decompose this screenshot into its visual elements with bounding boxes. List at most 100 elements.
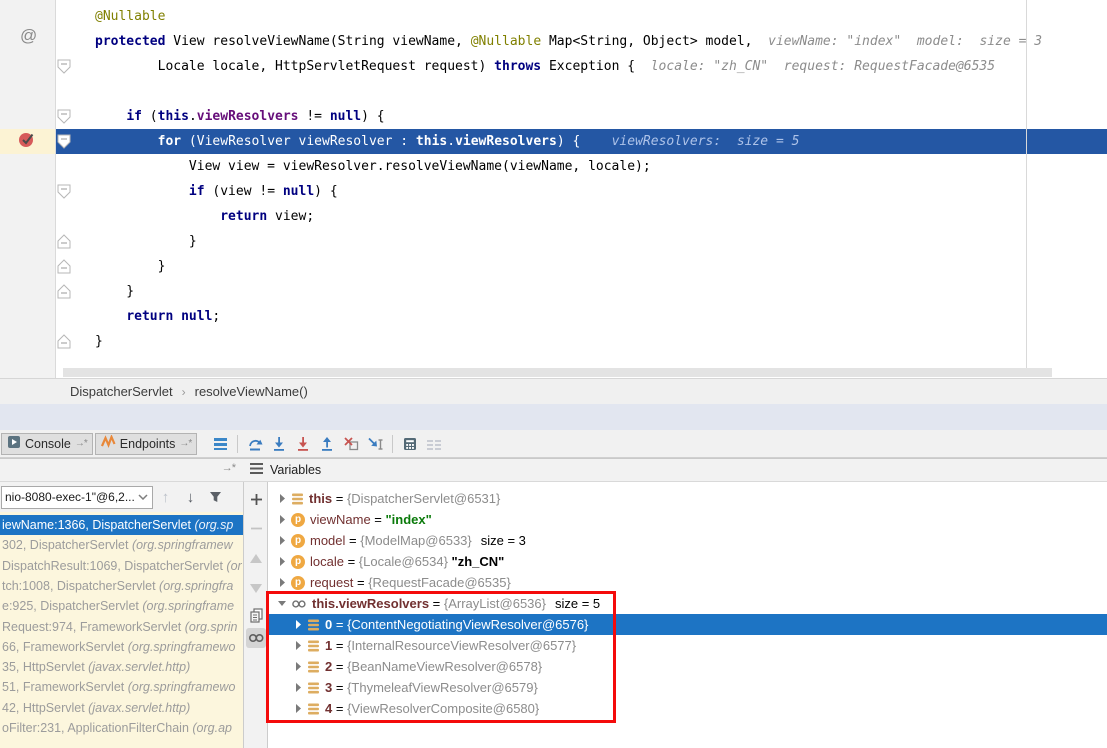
- chevron-right-icon[interactable]: [276, 576, 288, 589]
- stack-frame-row[interactable]: 42, HttpServlet (javax.servlet.http): [0, 698, 243, 718]
- step-into-icon[interactable]: [267, 433, 291, 455]
- breadcrumb: DispatcherServlet › resolveViewName(): [0, 378, 1107, 404]
- variables-tree[interactable]: this = {DispatcherServlet@6531}pviewName…: [268, 482, 1107, 748]
- field-icon: [307, 639, 320, 653]
- code-text: @Nullableprotected View resolveViewName(…: [0, 0, 1107, 368]
- previous-frame-icon[interactable]: ↑: [153, 485, 178, 509]
- equals-sign: =: [344, 554, 359, 569]
- variable-row[interactable]: 1 = {InternalResourceViewResolver@6577}: [268, 635, 1107, 656]
- stack-frame-row[interactable]: Request:974, FrameworkServlet (org.sprin: [0, 617, 243, 637]
- restore-layout-icon[interactable]: [422, 433, 446, 455]
- evaluate-expression-icon[interactable]: [398, 433, 422, 455]
- stack-frame-row[interactable]: 51, FrameworkServlet (org.springframewo: [0, 677, 243, 697]
- call-stack-list[interactable]: iewName:1366, DispatcherServlet (org.sp3…: [0, 512, 243, 748]
- stack-frame-row[interactable]: iewName:1366, DispatcherServlet (org.sp: [0, 515, 243, 535]
- copy-stack-icon[interactable]: [246, 605, 266, 625]
- step-out-icon[interactable]: [315, 433, 339, 455]
- fold-down-icon[interactable]: [57, 134, 71, 154]
- code-line: View view = viewResolver.resolveViewName…: [95, 154, 651, 179]
- drop-frame-icon[interactable]: [339, 433, 363, 455]
- parameter-icon: p: [291, 555, 305, 569]
- fold-down-icon[interactable]: [57, 59, 71, 79]
- code-line: }: [95, 279, 134, 304]
- chevron-right-icon[interactable]: [292, 618, 304, 631]
- code-line: }: [95, 254, 165, 279]
- code-line: if (this.viewResolvers != null) {: [95, 104, 385, 129]
- thread-selector-dropdown[interactable]: nio-8080-exec-1"@6,2...: [1, 486, 153, 509]
- breadcrumb-method[interactable]: resolveViewName(): [195, 384, 308, 399]
- variable-row[interactable]: 3 = {ThymeleafViewResolver@6579}: [268, 677, 1107, 698]
- stack-frame-row[interactable]: 66, FrameworkServlet (org.springframewo: [0, 637, 243, 657]
- menu-icon[interactable]: [250, 463, 263, 477]
- tab-console-label: Console: [25, 437, 71, 451]
- fold-up-icon[interactable]: [57, 259, 71, 279]
- stack-frame-row[interactable]: 302, DispatcherServlet (org.springframew: [0, 535, 243, 555]
- pin-icon[interactable]: →*: [222, 462, 235, 474]
- move-up-icon[interactable]: [246, 548, 266, 568]
- stack-frame-row[interactable]: oFilter:231, ApplicationFilterChain (org…: [0, 718, 243, 738]
- chevron-right-icon[interactable]: [292, 660, 304, 673]
- variable-name: 3: [325, 680, 332, 695]
- tab-pin-icon[interactable]: →*: [179, 438, 191, 449]
- variable-row[interactable]: 0 = {ContentNegotiatingViewResolver@6576…: [268, 614, 1107, 635]
- variable-name: 2: [325, 659, 332, 674]
- next-frame-icon[interactable]: ↓: [178, 485, 203, 509]
- force-step-into-icon[interactable]: [291, 433, 315, 455]
- field-icon: [307, 618, 320, 632]
- chevron-right-icon[interactable]: [276, 555, 288, 568]
- watches-icon[interactable]: [246, 628, 266, 648]
- code-editor[interactable]: @ @Nullableprotected View resolveViewNam…: [0, 0, 1107, 378]
- variable-row[interactable]: plocale = {Locale@6534} "zh_CN": [268, 551, 1107, 572]
- variable-reference: {Locale@6534}: [359, 554, 452, 569]
- variable-row[interactable]: this = {DispatcherServlet@6531}: [268, 488, 1107, 509]
- frames-panel-header: →*: [0, 459, 243, 482]
- variable-row[interactable]: prequest = {RequestFacade@6535}: [268, 572, 1107, 593]
- tab-console[interactable]: Console →*: [1, 433, 93, 455]
- equals-sign: =: [332, 659, 347, 674]
- chevron-right-icon[interactable]: [292, 702, 304, 715]
- field-icon: [307, 681, 320, 695]
- stack-frame-row[interactable]: tch:1008, DispatcherServlet (org.springf…: [0, 576, 243, 596]
- stack-frame-row[interactable]: 35, HttpServlet (javax.servlet.http): [0, 657, 243, 677]
- chevron-right-icon[interactable]: [292, 681, 304, 694]
- fold-up-icon[interactable]: [57, 334, 71, 354]
- code-line: }: [95, 229, 197, 254]
- fold-down-icon[interactable]: [57, 109, 71, 129]
- variable-reference: {RequestFacade@6535}: [368, 575, 511, 590]
- variable-size: size = 5: [555, 596, 600, 611]
- stack-frame-row[interactable]: DispatchResult:1069, DispatcherServlet (…: [0, 556, 243, 576]
- chevron-right-icon[interactable]: [276, 492, 288, 505]
- add-icon[interactable]: [246, 489, 266, 509]
- stack-frame-row[interactable]: e:925, DispatcherServlet (org.springfram…: [0, 596, 243, 616]
- step-over-icon[interactable]: [243, 433, 267, 455]
- code-line: @Nullable: [95, 4, 165, 29]
- chevron-right-icon[interactable]: [276, 513, 288, 526]
- equals-sign: =: [332, 638, 347, 653]
- variable-name: 1: [325, 638, 332, 653]
- parameter-icon: p: [291, 576, 305, 590]
- variable-row[interactable]: pviewName = "index": [268, 509, 1107, 530]
- chevron-right-icon[interactable]: [276, 534, 288, 547]
- field-icon: [307, 702, 320, 716]
- variable-row[interactable]: 4 = {ViewResolverComposite@6580}: [268, 698, 1107, 719]
- variable-row[interactable]: 2 = {BeanNameViewResolver@6578}: [268, 656, 1107, 677]
- remove-icon[interactable]: [246, 518, 266, 538]
- filter-icon[interactable]: [203, 485, 228, 509]
- debugger-menu-icon[interactable]: [208, 433, 232, 455]
- equals-sign: =: [332, 617, 347, 632]
- fold-up-icon[interactable]: [57, 234, 71, 254]
- variable-row[interactable]: pmodel = {ModelMap@6533}size = 3: [268, 530, 1107, 551]
- fold-up-icon[interactable]: [57, 284, 71, 304]
- fold-down-icon[interactable]: [57, 184, 71, 204]
- variable-row[interactable]: this.viewResolvers = {ArrayList@6536}siz…: [268, 593, 1107, 614]
- tab-pin-icon[interactable]: →*: [75, 438, 87, 449]
- horizontal-scrollbar[interactable]: [63, 368, 1052, 377]
- thread-name: nio-8080-exec-1"@6,2...: [5, 490, 135, 504]
- tab-endpoints[interactable]: Endpoints →*: [95, 433, 198, 455]
- move-down-icon[interactable]: [246, 578, 266, 598]
- chevron-right-icon[interactable]: [292, 639, 304, 652]
- breadcrumb-class[interactable]: DispatcherServlet: [70, 384, 173, 399]
- run-to-cursor-icon[interactable]: [363, 433, 387, 455]
- variable-name: request: [310, 575, 353, 590]
- chevron-down-icon[interactable]: [276, 597, 288, 610]
